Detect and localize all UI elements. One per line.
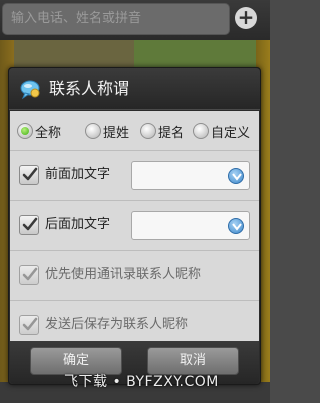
radio-custom[interactable]: 自定义 <box>193 121 250 141</box>
prefix-row: 前面加文字 <box>10 151 259 201</box>
suffix-text-select[interactable] <box>131 211 250 240</box>
contact-title-dialog: 联系人称谓 全称 提姓 提名 自定义 前面加文字 后面加文字 优先使用通讯录联系… <box>8 67 261 385</box>
checkmark-icon <box>22 217 38 231</box>
suffix-checkbox[interactable] <box>19 215 39 235</box>
radio-unselected-icon <box>85 123 101 139</box>
search-input[interactable]: 输入电话、姓名或拼音 <box>2 3 230 35</box>
chevron-down-icon[interactable] <box>228 168 244 184</box>
radio-unselected-icon <box>140 123 156 139</box>
add-contact-button[interactable]: + <box>235 7 257 29</box>
radio-full-name[interactable]: 全称 <box>17 121 61 141</box>
prefix-text-select[interactable] <box>131 161 250 190</box>
radio-given-name[interactable]: 提名 <box>140 121 184 141</box>
prefer-nickname-row: 优先使用通讯录联系人昵称 <box>10 251 259 301</box>
name-format-radio-group: 全称 提姓 提名 自定义 <box>10 111 259 151</box>
prefix-label: 前面加文字 <box>45 167 111 182</box>
save-nickname-checkbox[interactable] <box>19 315 39 335</box>
suffix-row: 后面加文字 <box>10 201 259 251</box>
radio-surname[interactable]: 提姓 <box>85 121 129 141</box>
dialog-title: 联系人称谓 <box>49 79 130 98</box>
prefix-checkbox[interactable] <box>19 165 39 185</box>
chat-bubble-icon <box>19 78 41 100</box>
radio-selected-icon <box>17 123 33 139</box>
checkmark-icon <box>22 267 38 281</box>
radio-label: 自定义 <box>211 125 251 141</box>
site-watermark: 飞下载 • BYFZXY.COM <box>64 374 219 390</box>
radio-unselected-icon <box>193 123 209 139</box>
dialog-header: 联系人称谓 <box>9 68 260 110</box>
radio-label: 提名 <box>158 125 185 141</box>
suffix-label: 后面加文字 <box>45 217 111 232</box>
prefer-nickname-label: 优先使用通讯录联系人昵称 <box>45 267 202 282</box>
chevron-down-icon[interactable] <box>228 218 244 234</box>
prefer-nickname-checkbox[interactable] <box>19 265 39 285</box>
save-nickname-label: 发送后保存为联系人昵称 <box>45 317 189 332</box>
background-toolbar: 输入电话、姓名或拼音 + <box>0 0 270 40</box>
checkmark-icon <box>22 167 38 181</box>
checkmark-icon <box>22 317 38 331</box>
radio-label: 提姓 <box>103 125 130 141</box>
radio-label: 全称 <box>35 125 62 141</box>
dialog-body: 全称 提姓 提名 自定义 前面加文字 后面加文字 优先使用通讯录联系人昵称 发送… <box>10 111 259 341</box>
